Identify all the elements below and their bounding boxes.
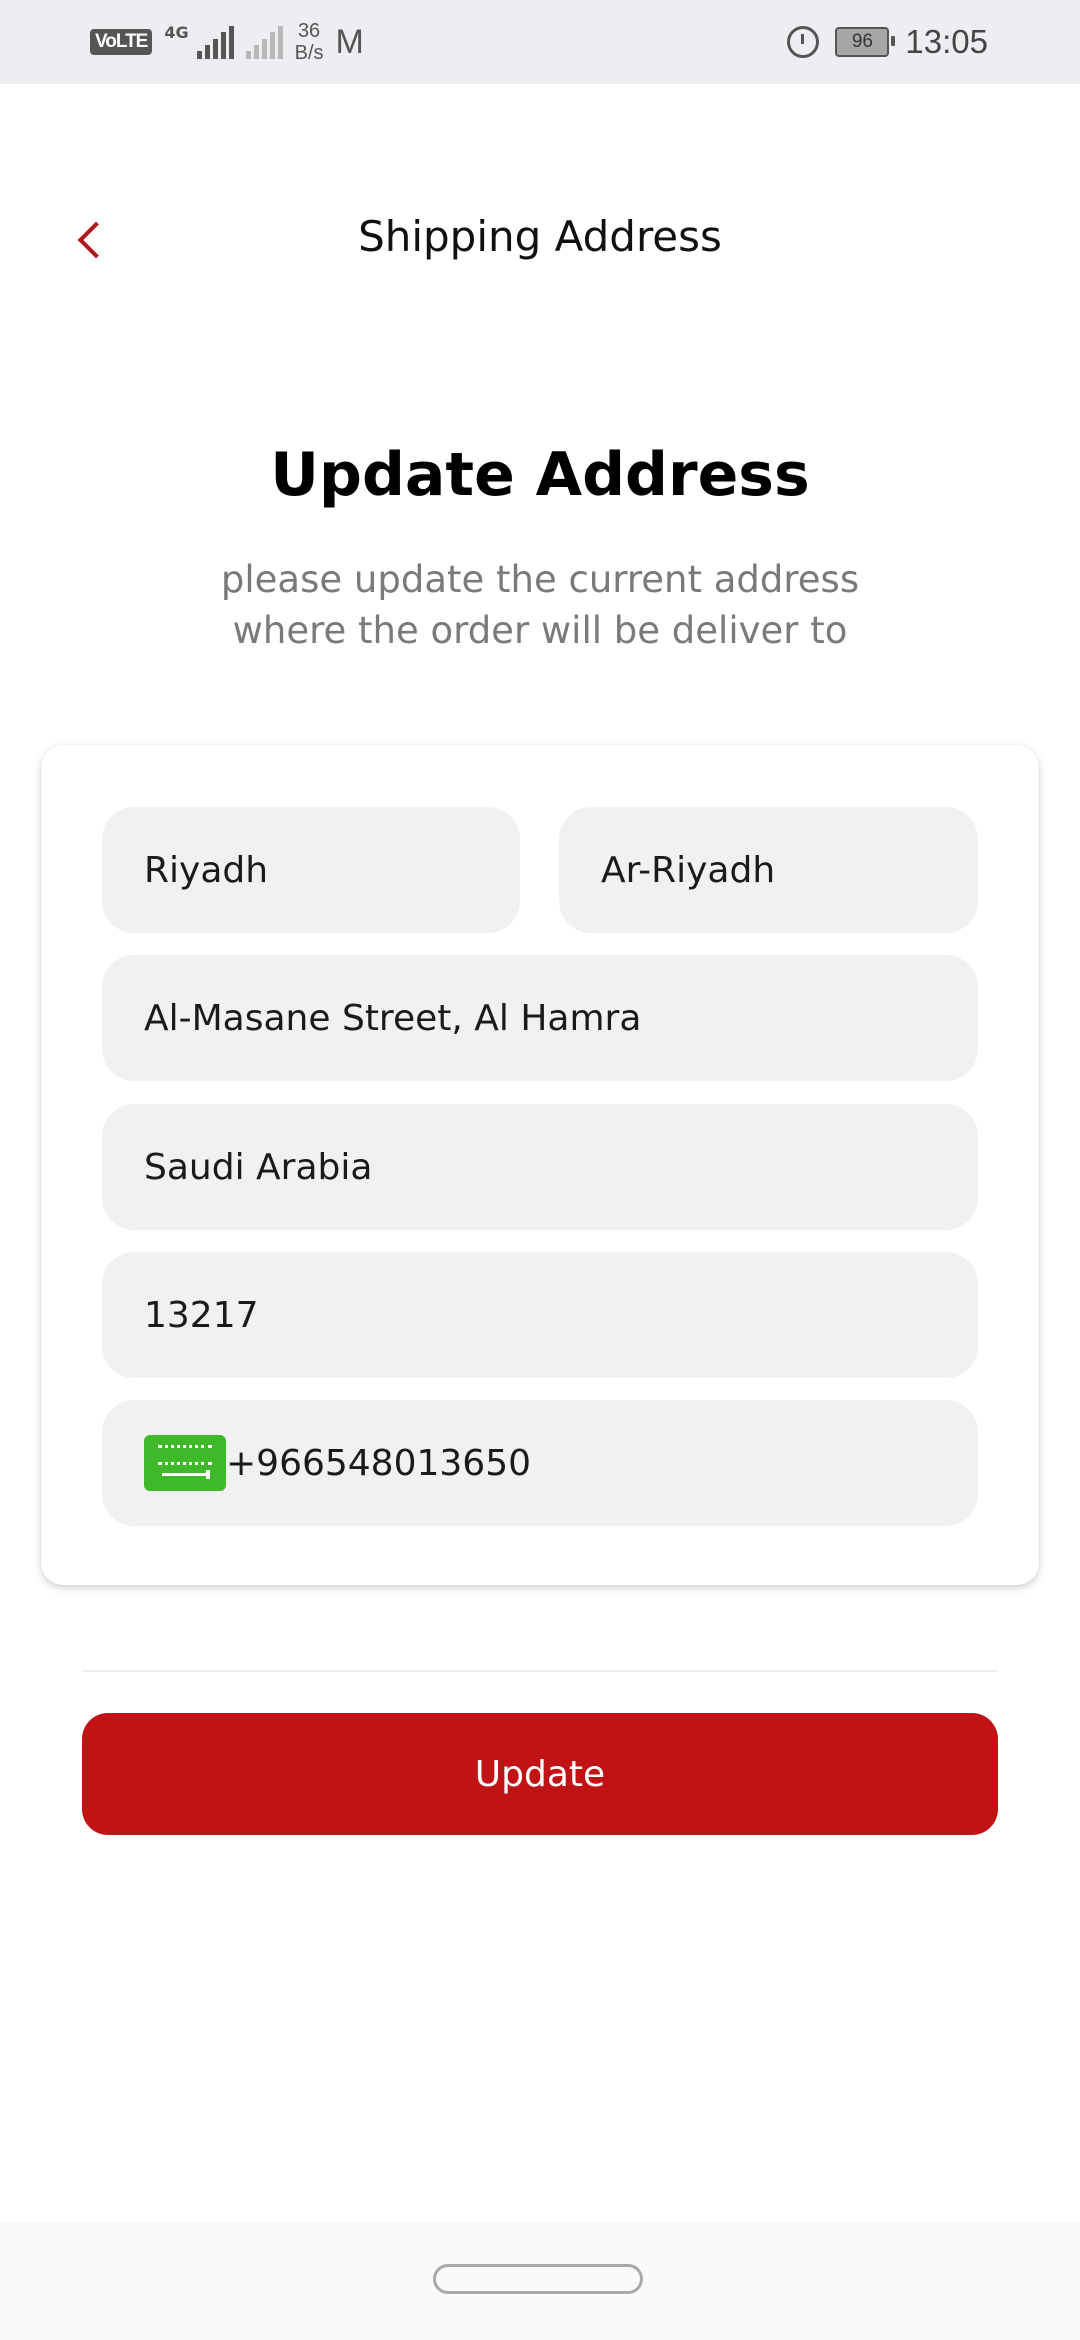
- signal-no-service-icon: [245, 25, 283, 59]
- volte-badge: VoLTE: [90, 29, 153, 55]
- country-field[interactable]: Saudi Arabia: [102, 1104, 978, 1230]
- phone-value: +966548013650: [226, 1442, 532, 1484]
- flag-script-mark: [158, 1445, 212, 1465]
- update-button-label: Update: [474, 1753, 606, 1795]
- signal-strength-icon: [196, 25, 234, 59]
- network-type-label: 4G: [164, 22, 189, 42]
- region-field[interactable]: Ar-Riyadh: [559, 807, 978, 933]
- status-right: 96 13:05: [787, 18, 988, 66]
- divider: [83, 1670, 997, 1672]
- gmail-icon: M: [335, 22, 364, 61]
- postal-code-value: 13217: [144, 1294, 259, 1336]
- region-value: Ar-Riyadh: [601, 849, 776, 891]
- street-field[interactable]: Al-Masane Street, Al Hamra: [102, 955, 978, 1081]
- city-value: Riyadh: [144, 849, 269, 891]
- section-subtitle: please update the current address where …: [0, 554, 1080, 656]
- battery-icon: 96: [835, 27, 896, 57]
- saudi-flag-icon[interactable]: [144, 1435, 226, 1491]
- city-field[interactable]: Riyadh: [102, 807, 520, 933]
- battery-level: 96: [851, 31, 873, 52]
- status-bar: VoLTE 4G 36 B/s M 96 13:05: [0, 0, 1080, 84]
- address-form-card: Riyadh Ar-Riyadh Al-Masane Street, Al Ha…: [41, 745, 1039, 1585]
- country-value: Saudi Arabia: [144, 1146, 373, 1188]
- data-speed-value: 36: [297, 20, 321, 42]
- street-value: Al-Masane Street, Al Hamra: [144, 997, 642, 1039]
- status-time: 13:05: [905, 23, 988, 60]
- page-title: Shipping Address: [358, 212, 722, 261]
- subtitle-line-2: where the order will be deliver to: [232, 609, 848, 652]
- section-heading: Update Address: [270, 440, 810, 510]
- phone-field[interactable]: +966548013650: [102, 1400, 978, 1526]
- status-left: VoLTE 4G 36 B/s M: [90, 18, 364, 66]
- subtitle-line-1: please update the current address: [220, 558, 860, 601]
- alarm-icon: [787, 26, 820, 58]
- data-speed-unit: B/s: [294, 42, 324, 64]
- data-speed: 36 B/s: [295, 20, 324, 64]
- flag-sword-mark: [162, 1470, 210, 1479]
- update-button[interactable]: Update: [82, 1713, 998, 1835]
- postal-code-field[interactable]: 13217: [102, 1252, 978, 1378]
- home-gesture-handle[interactable]: [433, 2264, 643, 2294]
